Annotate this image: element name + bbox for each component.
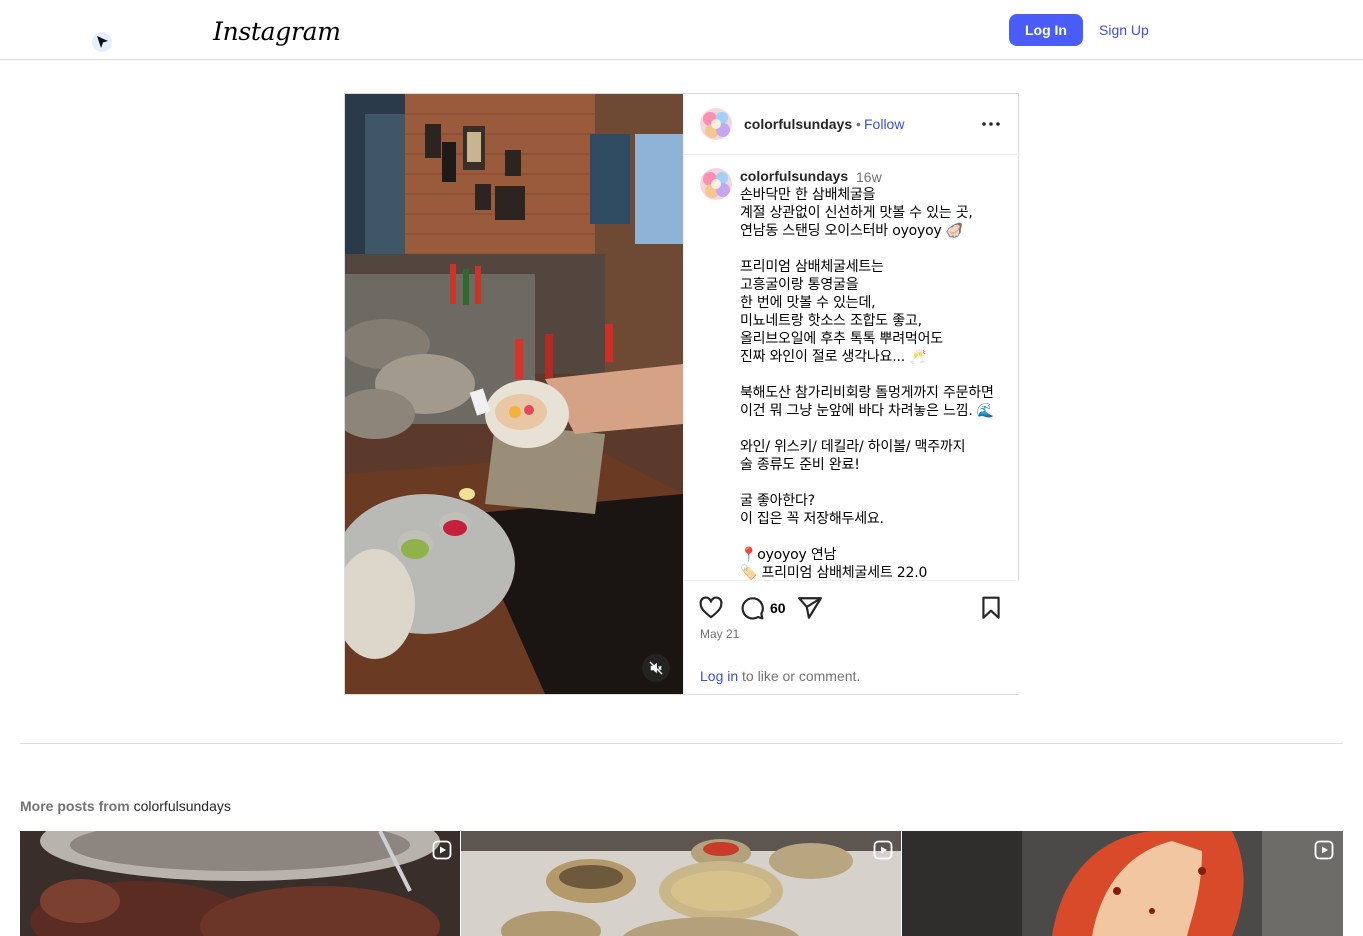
grid-item[interactable]	[902, 831, 1343, 936]
instagram-logo[interactable]: Instagram	[213, 17, 341, 46]
section-divider	[20, 743, 1343, 744]
post-sidebar: colorfulsundays • Follow colorfulsundays…	[683, 94, 1020, 694]
follow-separator: •	[856, 116, 861, 132]
more-posts-grid	[20, 831, 1343, 936]
reel-icon	[1314, 840, 1334, 860]
login-prompt: Log in to like or comment.	[700, 668, 860, 684]
comment-icon[interactable]	[739, 595, 765, 621]
caption-scroll-area[interactable]: colorfulsundays 16w 손바닥만 한 삼배체굴을 계절 상관없이…	[684, 156, 1020, 580]
more-options-icon[interactable]	[980, 114, 1002, 134]
login-link[interactable]: Log in	[700, 668, 738, 684]
share-icon[interactable]	[797, 595, 823, 621]
more-posts-user-link[interactable]: colorfulsundays	[134, 798, 231, 814]
reel-icon	[432, 840, 452, 860]
mouse-cursor-icon	[92, 32, 112, 52]
thumbnail-image	[20, 831, 460, 936]
caption-text: 손바닥만 한 삼배체굴을 계절 상관없이 신선하게 맛볼 수 있는 곳, 연남동…	[740, 187, 995, 580]
post-video[interactable]	[345, 94, 683, 694]
post-author-link[interactable]: colorfulsundays	[744, 116, 852, 132]
caption-avatar[interactable]	[700, 168, 732, 200]
signup-link[interactable]: Sign Up	[1099, 22, 1149, 38]
post-date[interactable]: May 21	[700, 627, 739, 641]
video-frame	[345, 94, 683, 694]
top-bar: Instagram Log In Sign Up	[0, 0, 1363, 60]
bookmark-icon[interactable]	[978, 595, 1004, 621]
avatar-image	[700, 108, 732, 140]
speaker-muted-icon	[649, 661, 663, 675]
avatar-image	[700, 168, 732, 200]
post-actions: 60 May 21 Log in to like or comment.	[684, 580, 1020, 694]
grid-item[interactable]	[20, 831, 460, 936]
avatar[interactable]	[700, 108, 732, 140]
caption-author-link[interactable]: colorfulsundays	[740, 168, 848, 184]
login-button[interactable]: Log In	[1009, 14, 1083, 46]
login-prompt-text: to like or comment.	[738, 668, 861, 684]
thumbnail-image	[902, 831, 1343, 936]
mute-toggle[interactable]	[642, 654, 670, 682]
comment-count: 60	[770, 600, 786, 616]
more-posts-prefix: More posts from	[20, 798, 130, 814]
more-posts-heading: More posts from colorfulsundays	[20, 798, 231, 814]
thumbnail-image	[461, 831, 901, 936]
post-card: colorfulsundays • Follow colorfulsundays…	[344, 93, 1020, 695]
post-header: colorfulsundays • Follow	[684, 94, 1020, 155]
grid-item[interactable]	[461, 831, 901, 936]
like-heart-icon[interactable]	[698, 595, 724, 621]
follow-button[interactable]: Follow	[864, 116, 904, 132]
caption-timestamp[interactable]: 16w	[856, 169, 882, 185]
reel-icon	[873, 840, 893, 860]
